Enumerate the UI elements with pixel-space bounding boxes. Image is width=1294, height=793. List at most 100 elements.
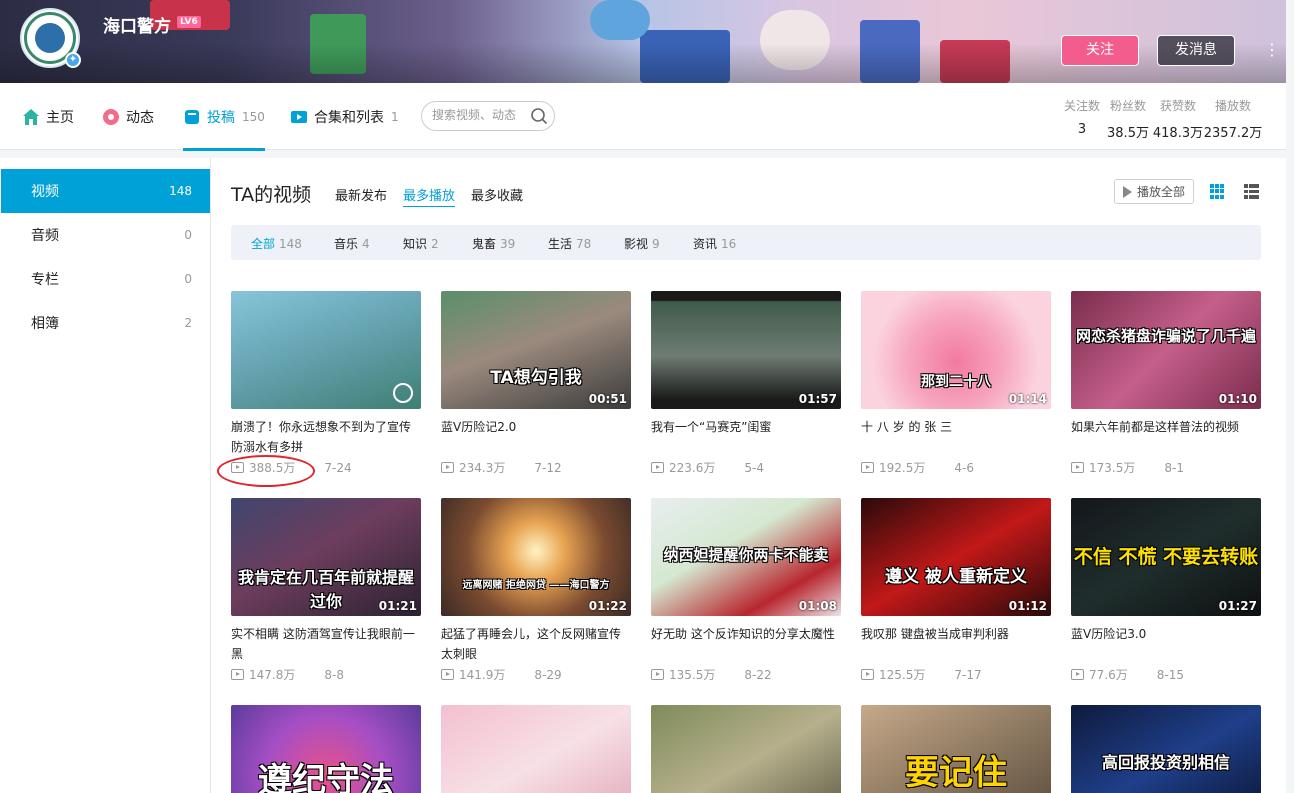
upload-date: 7-17 — [954, 667, 982, 682]
follow-button[interactable]: 关注 — [1061, 35, 1139, 66]
play-count: 173.5万 — [1089, 461, 1136, 475]
thumbnail-caption: 遵纪守法 — [258, 761, 394, 793]
sidebar-item-album[interactable]: 相簿 2 — [1, 301, 210, 345]
upload-date: 8-8 — [324, 667, 344, 682]
video-title[interactable]: 崩溃了！你永远想象不到为了宣传防溺水有多拼 — [231, 417, 421, 457]
tab-dynamic-label: 动态 — [126, 109, 154, 126]
tab-home[interactable]: 主页 — [22, 83, 74, 150]
video-meta: 141.9万 8-29 — [441, 666, 562, 683]
sidebar-item-video[interactable]: 视频 148 — [1, 169, 210, 213]
thumbnail-caption: 不信 不慌 不要去转账 — [1073, 546, 1259, 568]
video-title[interactable]: 起猛了再睡会儿，这个反网赌宣传太刺眼 — [441, 624, 631, 664]
filter-life[interactable]: 生活 78 — [548, 235, 591, 252]
tab-uploads-label: 投稿 — [207, 109, 235, 126]
video-thumbnail[interactable]: 纳西妲提醒你两卡不能卖 01:08 — [651, 498, 841, 616]
filter-news[interactable]: 资讯 16 — [693, 235, 736, 252]
filter-kichiku[interactable]: 鬼畜 39 — [472, 235, 515, 252]
thumbnail-caption: 要记住 — [905, 753, 1007, 793]
video-card[interactable]: 要记住 — [861, 705, 1051, 793]
video-thumbnail[interactable]: 远离网赌 拒绝网贷 ——海口警方 01:22 — [441, 498, 631, 616]
filter-all[interactable]: 全部 148 — [251, 235, 302, 252]
upload-date: 8-22 — [744, 667, 772, 682]
playlist-icon — [291, 110, 307, 123]
sort-latest[interactable]: 最新发布 — [335, 185, 387, 204]
video-thumbnail[interactable]: 那到二十八 01:14 — [861, 291, 1051, 409]
video-title[interactable]: 如果六年前都是这样普法的视频 — [1071, 417, 1261, 437]
video-card[interactable]: 高回报投资别相信 — [1071, 705, 1261, 793]
video-thumbnail[interactable]: 要记住 — [861, 705, 1051, 793]
play-count-icon — [861, 669, 874, 680]
thumbnail-caption: 纳西妲提醒你两卡不能卖 — [663, 546, 829, 564]
video-thumbnail[interactable]: 高回报投资别相信 — [1071, 705, 1261, 793]
filter-music[interactable]: 音乐 4 — [334, 235, 370, 252]
sort-most-favorited[interactable]: 最多收藏 — [471, 185, 523, 204]
video-card[interactable]: 遵纪守法 — [231, 705, 421, 793]
video-thumbnail[interactable] — [231, 291, 421, 409]
play-count-icon — [441, 669, 454, 680]
sidebar-item-audio[interactable]: 音频 0 — [1, 213, 210, 257]
video-meta: 147.8万 8-8 — [231, 666, 344, 683]
play-count: 77.6万 — [1089, 668, 1128, 682]
video-thumbnail[interactable]: TA想勾引我 00:51 — [441, 291, 631, 409]
sidebar-item-column[interactable]: 专栏 0 — [1, 257, 210, 301]
play-count: 125.5万 — [879, 668, 926, 682]
video-title[interactable]: 蓝V历险记2.0 — [441, 417, 631, 437]
filter-film[interactable]: 影视 9 — [624, 235, 660, 252]
uploads-icon — [185, 109, 199, 124]
username[interactable]: 海口警方 — [103, 12, 171, 37]
search-box[interactable] — [421, 101, 555, 131]
play-count: 135.5万 — [669, 668, 716, 682]
video-title[interactable]: 我有一个“马赛克”闺蜜 — [651, 417, 841, 437]
video-title[interactable]: 实不相瞒 这防酒驾宣传让我眼前一黑 — [231, 624, 421, 664]
play-count-icon — [1071, 462, 1084, 473]
play-count-icon — [1071, 669, 1084, 680]
upload-date: 8-29 — [534, 667, 562, 682]
tab-uploads[interactable]: 投稿 150 — [183, 83, 265, 151]
video-thumbnail[interactable]: 网恋杀猪盘诈骗说了几千遍 01:10 — [1071, 291, 1261, 409]
video-title[interactable]: 好无助 这个反诈知识的分享太魔性 — [651, 624, 841, 644]
upload-date: 7-12 — [534, 460, 562, 475]
video-title[interactable]: 十 八 岁 的 张 三 — [861, 417, 1051, 437]
video-thumbnail[interactable]: 不信 不慌 不要去转账 01:27 — [1071, 498, 1261, 616]
play-count: 192.5万 — [879, 461, 926, 475]
message-button[interactable]: 发消息 — [1157, 35, 1235, 66]
video-thumbnail[interactable]: 我肯定在几百年前就提醒过你 01:21 — [231, 498, 421, 616]
play-count: 223.6万 — [669, 461, 716, 475]
list-view-icon[interactable] — [1244, 184, 1259, 199]
home-icon — [23, 108, 39, 125]
video-duration: 01:12 — [1008, 599, 1047, 613]
video-thumbnail[interactable]: 01:57 — [651, 291, 841, 409]
more-options-icon[interactable]: ⋮ — [1264, 40, 1280, 60]
tab-dynamic[interactable]: 动态 — [102, 83, 154, 150]
video-thumbnail[interactable] — [441, 705, 631, 793]
video-duration: 01:14 — [1008, 392, 1047, 406]
video-card[interactable] — [441, 705, 631, 793]
play-count-icon — [441, 462, 454, 473]
video-thumbnail[interactable]: 遵义 被人重新定义 01:12 — [861, 498, 1051, 616]
upload-date: 7-24 — [324, 460, 352, 475]
upload-date: 8-15 — [1156, 667, 1184, 682]
video-thumbnail[interactable]: 遵纪守法 — [231, 705, 421, 793]
category-filter-bar: 全部 148 音乐 4 知识 2 鬼畜 39 生活 78 影视 9 资讯 16 — [231, 225, 1261, 260]
play-icon — [1122, 185, 1132, 198]
stat-likes: 获赞数 418.3万 — [1152, 99, 1204, 141]
thumbnail-caption: 那到二十八 — [921, 374, 991, 390]
video-thumbnail[interactable] — [651, 705, 841, 793]
search-icon[interactable] — [530, 107, 548, 125]
play-all-button[interactable]: 播放全部 — [1114, 179, 1194, 204]
thumbnail-caption: 高回报投资别相信 — [1101, 753, 1230, 772]
thumbnail-caption: 网恋杀猪盘诈骗说了几千遍 — [1075, 327, 1256, 345]
video-title[interactable]: 蓝V历险记3.0 — [1071, 624, 1261, 644]
sort-most-played[interactable]: 最多播放 — [403, 185, 456, 207]
play-count-icon — [651, 462, 664, 473]
search-input[interactable] — [432, 108, 528, 122]
grid-view-icon[interactable] — [1210, 184, 1225, 199]
video-title[interactable]: 我叹那 键盘被当成审判利器 — [861, 624, 1051, 644]
play-count-icon — [231, 669, 244, 680]
filter-knowledge[interactable]: 知识 2 — [403, 235, 439, 252]
tab-home-label: 主页 — [46, 109, 74, 126]
tab-collections-label: 合集和列表 — [314, 109, 384, 126]
video-meta: 234.3万 7-12 — [441, 459, 562, 476]
video-card[interactable] — [651, 705, 841, 793]
tab-collections[interactable]: 合集和列表 1 — [290, 83, 399, 150]
